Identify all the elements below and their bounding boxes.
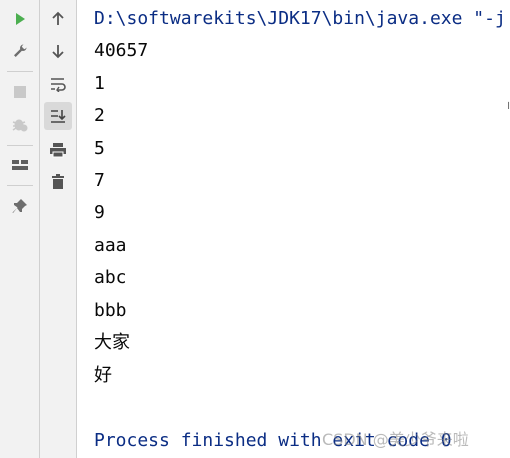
output-line: 2: [94, 105, 105, 126]
wrench-icon[interactable]: [6, 37, 34, 65]
output-line: 40657: [94, 40, 149, 61]
toolbar-divider: [7, 71, 33, 72]
output-line: 大家: [94, 332, 130, 353]
console-toolbar: [40, 0, 77, 458]
soft-wrap-icon[interactable]: [44, 70, 72, 98]
down-arrow-icon[interactable]: [44, 37, 72, 65]
run-icon[interactable]: [6, 5, 34, 33]
toolbar-divider: [7, 185, 33, 186]
up-arrow-icon[interactable]: [44, 5, 72, 33]
output-line: aaa: [94, 235, 127, 256]
scroll-to-end-icon[interactable]: [44, 102, 72, 130]
command-line: D:\softwarekits\JDK17\bin\java.exe "-j: [94, 8, 506, 29]
console-output[interactable]: D:\softwarekits\JDK17\bin\java.exe "-j 4…: [94, 0, 510, 458]
layout-icon[interactable]: [6, 151, 34, 179]
stop-icon[interactable]: [6, 78, 34, 106]
output-line: 9: [94, 202, 105, 223]
watermark: CSDN @美少爷来啦: [322, 430, 469, 449]
scrollbar-marker[interactable]: ╷: [505, 95, 510, 109]
debug-bug-icon[interactable]: [6, 110, 34, 138]
output-line: 7: [94, 170, 105, 191]
output-line: bbb: [94, 300, 127, 321]
output-line: abc: [94, 267, 127, 288]
trash-icon[interactable]: [44, 168, 72, 196]
output-line: 好: [94, 365, 112, 386]
toolbar-divider: [7, 145, 33, 146]
output-line: 5: [94, 138, 105, 159]
output-line: 1: [94, 73, 105, 94]
pin-icon[interactable]: [6, 192, 34, 220]
left-toolbar: [0, 0, 40, 458]
print-icon[interactable]: [44, 136, 72, 164]
